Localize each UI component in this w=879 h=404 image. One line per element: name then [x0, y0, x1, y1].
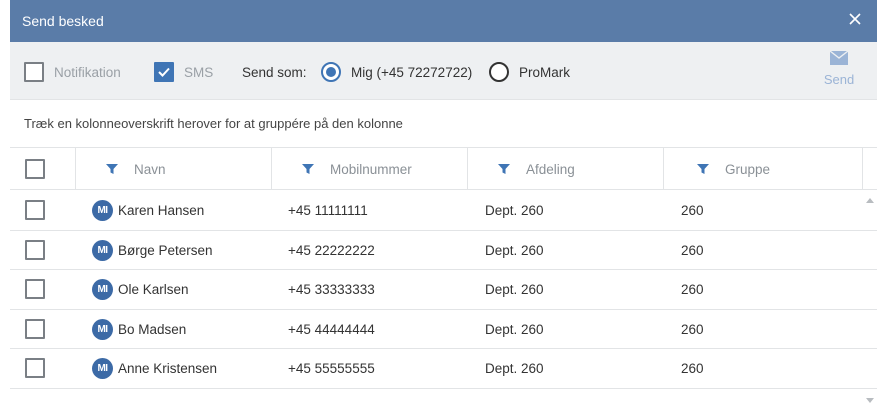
row-checkbox[interactable]: [25, 239, 45, 260]
filter-icon[interactable]: [697, 163, 709, 175]
header-department-label: Afdeling: [526, 161, 575, 177]
cell-mobile: +45 55555555: [288, 361, 375, 376]
sms-label: SMS: [184, 64, 214, 80]
row-checkbox[interactable]: [25, 200, 45, 220]
message-toolbar: Notifikation SMS Send som: Mig (+45 7227…: [10, 42, 877, 100]
cell-group: 260: [681, 361, 704, 376]
avatar: MI: [92, 318, 113, 340]
notification-checkbox-group[interactable]: Notifikation: [24, 60, 121, 84]
contact-name: Anne Kristensen: [118, 361, 218, 376]
cell-department: Dept. 260: [485, 282, 544, 297]
grid-scrollbar[interactable]: [863, 191, 877, 404]
cell-mobile: +45 33333333: [288, 282, 375, 297]
cell-name: MI Anne Kristensen: [92, 349, 217, 388]
filter-icon[interactable]: [498, 163, 510, 175]
send-button-label: Send: [823, 72, 855, 87]
filter-icon[interactable]: [302, 163, 314, 175]
notification-checkbox[interactable]: [24, 62, 44, 82]
radio-promark[interactable]: [489, 62, 509, 82]
cell-department: Dept. 260: [485, 321, 544, 337]
cell-department: Dept. 260: [485, 203, 544, 218]
header-mobile[interactable]: Mobilnummer: [272, 148, 468, 190]
table-row[interactable]: MI Ole Karlsen +45 33333333 Dept. 260 26…: [10, 270, 877, 310]
send-as-option-promark[interactable]: ProMark: [489, 60, 570, 84]
radio-me[interactable]: [321, 62, 341, 82]
cell-name: MI Børge Petersen: [92, 231, 213, 270]
scroll-down-icon[interactable]: [866, 398, 874, 403]
cell-group: 260: [681, 282, 704, 297]
close-icon[interactable]: [845, 9, 865, 29]
cell-mobile: +45 44444444: [288, 321, 375, 337]
sms-checkbox[interactable]: [154, 62, 174, 82]
header-name-label: Navn: [134, 161, 166, 177]
cell-group: 260: [681, 242, 704, 258]
send-button[interactable]: Send: [819, 50, 859, 94]
group-hint-text: Træk en kolonneoverskrift herover for at…: [24, 116, 403, 131]
cell-name: MI Karen Hansen: [92, 191, 204, 230]
header-mobile-label: Mobilnummer: [330, 161, 412, 177]
envelope-icon: [829, 50, 849, 65]
contact-name: Ole Karlsen: [118, 282, 189, 297]
cell-department: Dept. 260: [485, 361, 544, 376]
header-select-all[interactable]: [10, 148, 76, 190]
cell-name: MI Bo Madsen: [92, 310, 186, 349]
cell-department: Dept. 260: [485, 242, 544, 258]
avatar: MI: [92, 358, 113, 379]
send-as-label: Send som:: [242, 64, 307, 80]
radio-promark-label: ProMark: [519, 64, 571, 80]
cell-mobile: +45 22222222: [288, 242, 375, 258]
avatar: MI: [92, 200, 113, 221]
send-as-option-me[interactable]: Mig (+45 72272722): [321, 60, 472, 84]
notification-label: Notifikation: [54, 64, 121, 80]
cell-mobile: +45 11111111: [288, 203, 368, 218]
filter-icon[interactable]: [106, 163, 118, 175]
row-checkbox[interactable]: [25, 279, 45, 299]
header-department[interactable]: Afdeling: [468, 148, 664, 190]
row-checkbox[interactable]: [25, 318, 45, 339]
group-drop-zone[interactable]: Træk en kolonneoverskrift herover for at…: [10, 100, 877, 148]
avatar: MI: [92, 279, 113, 300]
dialog-title: Send besked: [22, 13, 104, 29]
grid-body: MI Karen Hansen +45 11111111 Dept. 260 2…: [10, 191, 877, 404]
sms-checkbox-group[interactable]: SMS: [154, 60, 213, 84]
header-group[interactable]: Gruppe: [664, 148, 863, 190]
cell-group: 260: [681, 203, 704, 218]
header-name[interactable]: Navn: [76, 148, 272, 190]
contact-name: Karen Hansen: [118, 203, 205, 218]
send-message-dialog: Send besked Notifikation SMS Send som: M…: [10, 0, 877, 404]
table-row[interactable]: MI Karen Hansen +45 11111111 Dept. 260 2…: [10, 191, 877, 231]
table-row[interactable]: MI Bo Madsen +45 44444444 Dept. 260 260: [10, 310, 877, 349]
dialog-titlebar: Send besked: [10, 0, 877, 42]
cell-group: 260: [681, 321, 704, 337]
grid-header: Navn Mobilnummer Afdeling Gruppe: [10, 148, 877, 190]
contact-name: Bo Madsen: [118, 321, 187, 337]
cell-name: MI Ole Karlsen: [92, 270, 189, 309]
table-row[interactable]: MI Børge Petersen +45 22222222 Dept. 260…: [10, 231, 877, 270]
row-checkbox[interactable]: [25, 358, 45, 378]
select-all-checkbox[interactable]: [25, 159, 45, 179]
contact-name: Børge Petersen: [118, 242, 213, 258]
avatar: MI: [92, 239, 113, 261]
table-row[interactable]: MI Anne Kristensen +45 55555555 Dept. 26…: [10, 349, 877, 389]
radio-me-label: Mig (+45 72272722): [351, 64, 473, 80]
header-group-label: Gruppe: [725, 161, 771, 177]
scroll-up-icon[interactable]: [866, 198, 874, 203]
checkmark-icon: [158, 67, 170, 77]
send-as-label-wrap: Send som:: [242, 60, 307, 84]
